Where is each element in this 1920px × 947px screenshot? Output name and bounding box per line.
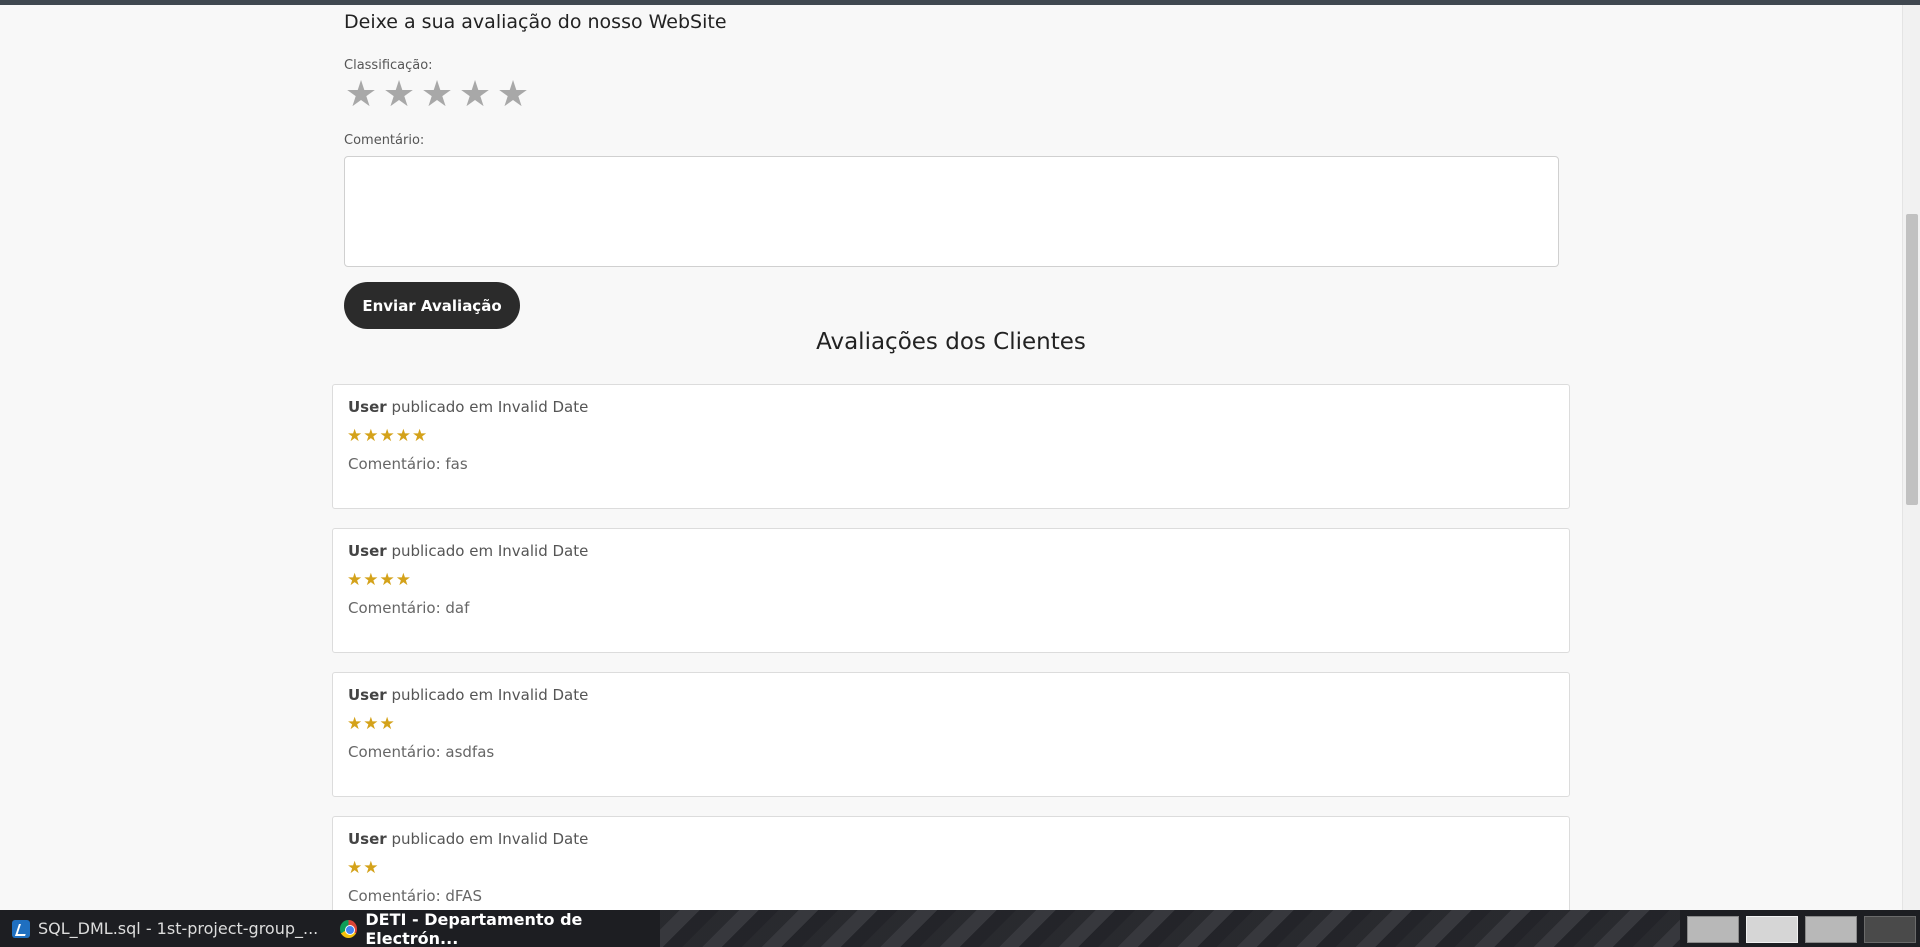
review-date: publicado em Invalid Date — [386, 542, 589, 560]
comment-textarea[interactable] — [344, 156, 1559, 267]
review-user: User — [348, 830, 387, 848]
chrome-icon — [340, 919, 358, 938]
rating-star-2[interactable]: ★ — [382, 75, 416, 115]
review-user: User — [348, 542, 387, 560]
review-card: User publicado em Invalid Date ★★★ Comen… — [332, 672, 1570, 797]
rating-label: Classificação: — [344, 58, 433, 73]
scrollbar-thumb[interactable] — [1906, 214, 1918, 505]
review-stars: ★★★★ — [347, 570, 412, 590]
taskbar-item-label: DETI - Departamento de Electrón... — [365, 910, 583, 947]
review-header: User publicado em Invalid Date — [348, 542, 588, 560]
review-card: User publicado em Invalid Date ★★★★ Come… — [332, 528, 1570, 653]
rating-star-4[interactable]: ★ — [458, 75, 492, 115]
comment-label: Comentário: — [344, 133, 425, 148]
review-date: publicado em Invalid Date — [386, 830, 589, 848]
submit-review-button[interactable]: Enviar Avaliação — [344, 282, 520, 329]
workspace-4[interactable] — [1864, 916, 1916, 943]
rating-star-1[interactable]: ★ — [344, 75, 378, 115]
desktop-wallpaper-strip — [660, 910, 1680, 947]
review-date: publicado em Invalid Date — [386, 398, 589, 416]
review-card: User publicado em Invalid Date ★★ Coment… — [332, 816, 1570, 910]
review-header: User publicado em Invalid Date — [348, 398, 588, 416]
taskbar: SQL_DML.sql - 1st-project-group_... DETI… — [0, 910, 1920, 947]
review-form-title: Deixe a sua avaliação do nosso WebSite — [344, 11, 727, 33]
review-comment: Comentário: daf — [348, 599, 470, 617]
workspace-3[interactable] — [1805, 916, 1857, 943]
review-comment: Comentário: fas — [348, 455, 468, 473]
review-stars: ★★★★★ — [347, 426, 429, 446]
page-viewport: Deixe a sua avaliação do nosso WebSite C… — [0, 5, 1902, 910]
rating-star-3[interactable]: ★ — [420, 75, 454, 115]
review-user: User — [348, 686, 387, 704]
review-stars: ★★ — [347, 858, 380, 878]
review-comment: Comentário: asdfas — [348, 743, 495, 761]
taskbar-item-label: SQL_DML.sql - 1st-project-group_... — [38, 919, 319, 938]
taskbar-item-vscode[interactable]: SQL_DML.sql - 1st-project-group_... — [12, 910, 337, 947]
review-user: User — [348, 398, 387, 416]
rating-star-input: ★ ★ ★ ★ ★ — [344, 75, 530, 115]
review-comment: Comentário: dFAS — [348, 887, 482, 905]
review-card: User publicado em Invalid Date ★★★★★ Com… — [332, 384, 1570, 509]
workspace-1[interactable] — [1687, 916, 1739, 943]
workspace-2[interactable] — [1746, 916, 1798, 943]
review-header: User publicado em Invalid Date — [348, 830, 588, 848]
review-header: User publicado em Invalid Date — [348, 686, 588, 704]
rating-star-5[interactable]: ★ — [496, 75, 530, 115]
review-date: publicado em Invalid Date — [386, 686, 589, 704]
taskbar-item-chrome[interactable]: DETI - Departamento de Electrón... — [340, 910, 670, 947]
vscode-icon — [12, 919, 30, 938]
page-scrollbar[interactable] — [1902, 5, 1920, 910]
review-stars: ★★★ — [347, 714, 396, 734]
reviews-section-title: Avaliações dos Clientes — [816, 329, 1086, 355]
